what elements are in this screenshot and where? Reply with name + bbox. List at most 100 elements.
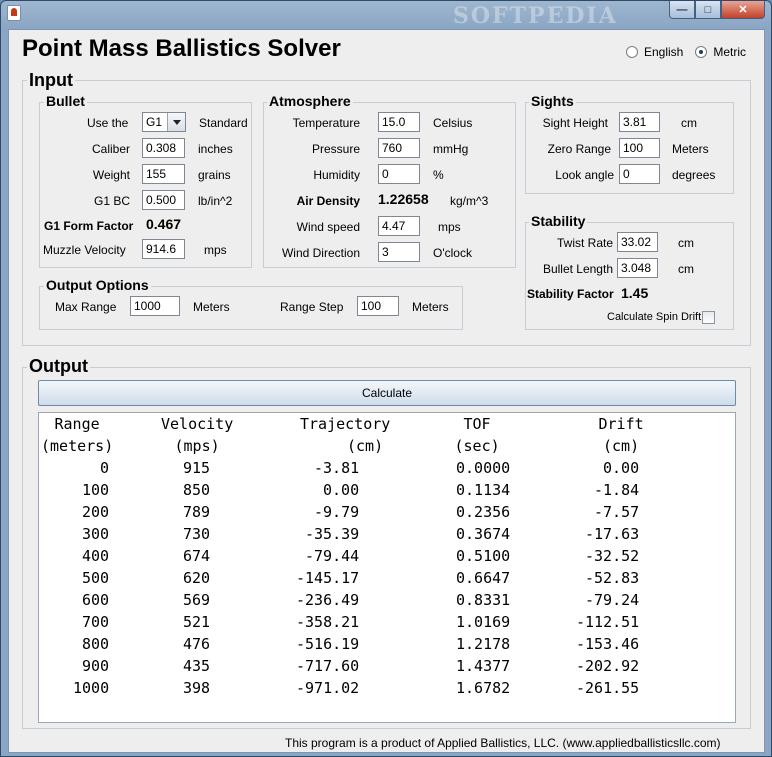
- results-table[interactable]: Range Velocity Trajectory TOF Drift (meters)(…: [38, 412, 736, 723]
- table-cell: -3.81: [314, 459, 360, 477]
- watermark: SOFTPEDIA: [453, 3, 618, 29]
- table-row: 600 569 -236.49 0.8331 -79.24: [39, 591, 737, 613]
- wind-speed-label: Wind speed: [296, 220, 360, 234]
- calculate-button[interactable]: Calculate: [38, 380, 736, 406]
- temperature-unit: Celsius: [433, 116, 473, 130]
- bc-field[interactable]: 0.500: [142, 190, 185, 210]
- wind-speed-unit: mps: [438, 220, 461, 234]
- table-row: 100 850 0.00 0.1134 -1.84: [39, 481, 737, 503]
- table-row: 300 730 -35.39 0.3674 -17.63: [39, 525, 737, 547]
- humidity-field[interactable]: 0: [378, 164, 420, 184]
- table-cell: 1.0169: [456, 613, 511, 631]
- unit-selector: English Metric: [626, 45, 746, 59]
- table-cell: 0.2356: [456, 503, 511, 521]
- output-title: Output: [27, 356, 90, 377]
- temperature-field[interactable]: 15.0: [378, 112, 420, 132]
- column-header: Trajectory: [300, 415, 391, 433]
- english-radio[interactable]: English: [626, 45, 683, 59]
- table-row: 800 476 -516.19 1.2178 -153.46: [39, 635, 737, 657]
- range-step-unit: Meters: [412, 300, 449, 314]
- pressure-field[interactable]: 760: [378, 138, 420, 158]
- table-cell: 620: [183, 569, 211, 587]
- zero-range-field[interactable]: 100: [619, 138, 660, 158]
- bullet-length-unit: cm: [678, 262, 694, 276]
- muzzle-velocity-label: Muzzle Velocity: [43, 243, 126, 257]
- twist-rate-label: Twist Rate: [556, 236, 613, 250]
- muzzle-velocity-field[interactable]: 914.6: [142, 239, 185, 259]
- sight-height-field[interactable]: 3.81: [619, 112, 660, 132]
- stability-factor-value: 1.45: [621, 285, 649, 301]
- output-options-title: Output Options: [44, 277, 151, 293]
- table-cell: -17.63: [585, 525, 640, 543]
- caliber-field[interactable]: 0.308: [142, 138, 185, 158]
- wind-speed-field[interactable]: 4.47: [378, 216, 420, 236]
- calculate-label: Calculate: [361, 386, 413, 400]
- table-cell: -32.52: [585, 547, 640, 565]
- pressure-label: Pressure: [311, 142, 360, 156]
- air-density-unit: kg/m^3: [450, 194, 489, 208]
- window-controls: — □ ✕: [669, 1, 765, 19]
- metric-radio[interactable]: Metric: [695, 45, 746, 59]
- zero-range-unit: Meters: [672, 142, 709, 156]
- table-cell: 700: [82, 613, 110, 631]
- wind-direction-unit: O'clock: [433, 246, 472, 260]
- table-cell: 0.6647: [456, 569, 511, 587]
- table-cell: -145.17: [296, 569, 360, 587]
- table-cell: 1.4377: [456, 657, 511, 675]
- temperature-label: Temperature: [292, 116, 360, 130]
- table-row: 1000 398 -971.02 1.6782 -261.55: [39, 679, 737, 701]
- drag-model-select[interactable]: G1: [142, 112, 186, 132]
- bullet-length-label: Bullet Length: [542, 262, 613, 276]
- table-cell: 0.3674: [456, 525, 511, 543]
- table-cell: 1000: [73, 679, 110, 697]
- input-title: Input: [27, 70, 75, 91]
- table-cell: 569: [183, 591, 211, 609]
- title-bar[interactable]: SOFTPEDIA — □ ✕: [1, 1, 771, 29]
- twist-rate-field[interactable]: 33.02: [617, 232, 658, 252]
- column-header: Range: [54, 415, 100, 433]
- look-angle-unit: degrees: [672, 168, 716, 182]
- sights-title: Sights: [529, 93, 576, 109]
- look-angle-field[interactable]: 0: [619, 164, 660, 184]
- bullet-length-field[interactable]: 3.048: [617, 258, 658, 278]
- bullet-title: Bullet: [44, 93, 87, 109]
- minimize-icon[interactable]: —: [669, 1, 695, 19]
- table-cell: -202.92: [576, 657, 640, 675]
- table-cell: -358.21: [296, 613, 360, 631]
- use-the-label: Use the: [87, 116, 129, 130]
- table-cell: 730: [183, 525, 211, 543]
- max-range-field[interactable]: 1000: [130, 296, 180, 316]
- table-cell: 1.6782: [456, 679, 511, 697]
- bc-unit: lb/in^2: [198, 194, 233, 208]
- weight-field[interactable]: 155: [142, 164, 185, 184]
- table-cell: 0.0000: [456, 459, 511, 477]
- range-step-field[interactable]: 100: [357, 296, 399, 316]
- table-cell: 100: [82, 481, 110, 499]
- table-cell: 900: [82, 657, 110, 675]
- table-cell: -7.57: [594, 503, 640, 521]
- metric-radio-button[interactable]: [695, 46, 708, 58]
- table-cell: 0.5100: [456, 547, 511, 565]
- chevron-down-icon[interactable]: [167, 113, 185, 131]
- table-header: Range Velocity Trajectory TOF Drift: [39, 415, 737, 437]
- app-window: SOFTPEDIA — □ ✕ Point Mass Ballistics So…: [0, 0, 772, 757]
- column-unit: (meters): [41, 437, 114, 455]
- spin-drift-checkbox[interactable]: [702, 311, 715, 324]
- drag-model-value: G1: [146, 115, 163, 129]
- main-panel: Point Mass Ballistics Solver English Met…: [8, 29, 765, 753]
- java-app-icon: [7, 5, 21, 21]
- table-cell: 435: [183, 657, 211, 675]
- close-icon[interactable]: ✕: [721, 1, 765, 19]
- table-cell: 1.2178: [456, 635, 511, 653]
- maximize-icon[interactable]: □: [695, 1, 721, 19]
- wind-direction-field[interactable]: 3: [378, 242, 420, 262]
- table-row: 0 915 -3.81 0.0000 0.00: [39, 459, 737, 481]
- form-factor-value: 0.467: [146, 216, 182, 232]
- app-title: Point Mass Ballistics Solver: [22, 35, 341, 62]
- column-header: TOF: [463, 415, 491, 433]
- column-header: Drift: [598, 415, 644, 433]
- standard-label: Standard: [199, 116, 248, 130]
- pressure-unit: mmHg: [433, 142, 469, 156]
- english-radio-button[interactable]: [626, 46, 638, 58]
- table-cell: 400: [82, 547, 110, 565]
